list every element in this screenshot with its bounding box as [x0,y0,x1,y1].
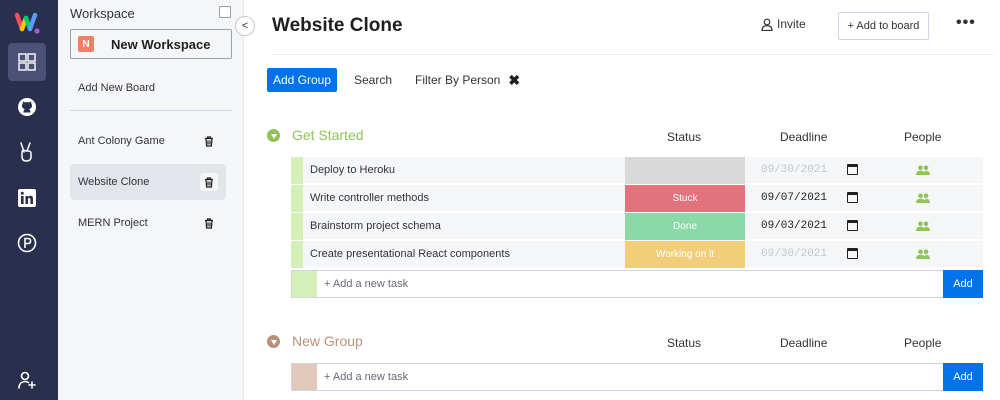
add-task-input[interactable]: + Add a new task [324,278,408,290]
calendar-icon[interactable] [847,248,858,259]
add-group-button[interactable]: Add Group [267,68,337,92]
collapse-panel-button[interactable]: < [235,16,255,36]
deadline-date[interactable]: 09/07/2021 [761,192,827,204]
group-color-bar [292,364,317,390]
table-row[interactable]: Write controller methods Stuck 09/07/202… [291,185,983,212]
add-task-input[interactable]: + Add a new task [324,371,408,383]
people-icon[interactable] [916,193,930,203]
icon-rail [0,0,58,400]
add-task-button[interactable]: Add [943,363,983,391]
board-item-label: MERN Project [78,217,148,229]
task-name[interactable]: Deploy to Heroku [310,164,395,176]
status-cell[interactable]: Done [625,213,745,240]
group-name[interactable]: Get Started [292,127,364,143]
add-task-button[interactable]: Add [943,270,983,298]
status-cell[interactable]: Stuck [625,185,745,212]
invite-label: Invite [777,17,806,31]
more-options-icon[interactable]: ••• [956,14,976,32]
calendar-icon[interactable] [847,164,858,175]
column-header-deadline: Deadline [780,130,828,144]
add-task-row: + Add a new task Add [291,363,983,391]
group-color-bar [291,157,303,184]
workspace-checkbox[interactable] [219,6,231,18]
column-header-status: Status [667,130,702,144]
column-header-status: Status [667,336,702,350]
deadline-date[interactable]: 09/30/2021 [761,248,827,260]
divider [70,110,232,111]
page-title: Website Clone [272,15,403,36]
board-item-ant-colony-game[interactable]: Ant Colony Game [70,123,226,159]
people-icon[interactable] [916,221,930,231]
trash-icon[interactable] [200,214,218,232]
group-color-bar [291,213,303,240]
trash-icon[interactable] [200,132,218,150]
group-color-bar [291,185,303,212]
workspace-badge: N [78,36,94,52]
workspace-panel: Workspace N New Workspace Add New Board … [58,0,244,400]
board-item-label: Ant Colony Game [78,135,165,147]
invite-button[interactable]: Invite [761,17,806,31]
victory-icon[interactable] [8,133,46,171]
task-name[interactable]: Write controller methods [310,192,429,204]
close-icon[interactable]: ✖ [508,73,520,87]
add-user-icon[interactable] [8,361,46,399]
column-header-people: People [904,130,942,144]
status-cell[interactable]: Working on it [625,241,745,268]
table-row[interactable]: Brainstorm project schema Done 09/03/202… [291,213,983,240]
portfolio-icon[interactable] [8,224,46,262]
column-header-people: People [904,336,942,350]
column-header-deadline: Deadline [780,336,828,350]
board-item-mern-project[interactable]: MERN Project [70,205,226,241]
group-color-bar [291,241,303,268]
group-color-bar [292,271,317,297]
status-cell[interactable] [625,157,745,184]
calendar-icon[interactable] [847,220,858,231]
user-icon [761,18,773,31]
add-task-row: + Add a new task Add [291,270,983,298]
task-name[interactable]: Create presentational React components [310,248,510,260]
trash-icon[interactable] [200,173,218,191]
table-row[interactable]: Create presentational React components W… [291,241,983,268]
filter-label: Filter By Person [415,73,501,87]
workspace-title: Workspace [70,6,135,21]
table-row[interactable]: Deploy to Heroku 09/30/2021 [291,157,983,184]
group-toggle-icon[interactable] [267,129,280,142]
calendar-icon[interactable] [847,192,858,203]
people-icon[interactable] [916,249,930,259]
github-icon[interactable] [8,88,46,126]
divider [272,54,994,55]
board-item-label: Website Clone [78,176,150,188]
filter-by-person[interactable]: Filter By Person ✖ [415,73,520,87]
add-to-board-button[interactable]: + Add to board [838,12,929,40]
new-workspace-label: New Workspace [111,36,211,52]
board-item-website-clone[interactable]: Website Clone [70,164,226,200]
deadline-date[interactable]: 09/30/2021 [761,164,827,176]
add-new-board-link[interactable]: Add New Board [78,82,155,94]
linkedin-icon[interactable] [8,179,46,217]
new-workspace-button[interactable]: N New Workspace [70,29,232,59]
people-icon[interactable] [916,165,930,175]
group-toggle-icon[interactable] [267,335,280,348]
search-button[interactable]: Search [354,73,392,87]
boards-icon[interactable] [8,43,46,81]
main-board: Website Clone Invite + Add to board ••• … [244,0,1000,400]
logo-icon[interactable] [8,4,46,42]
deadline-date[interactable]: 09/03/2021 [761,220,827,232]
group-name[interactable]: New Group [292,333,363,349]
task-name[interactable]: Brainstorm project schema [310,220,441,232]
